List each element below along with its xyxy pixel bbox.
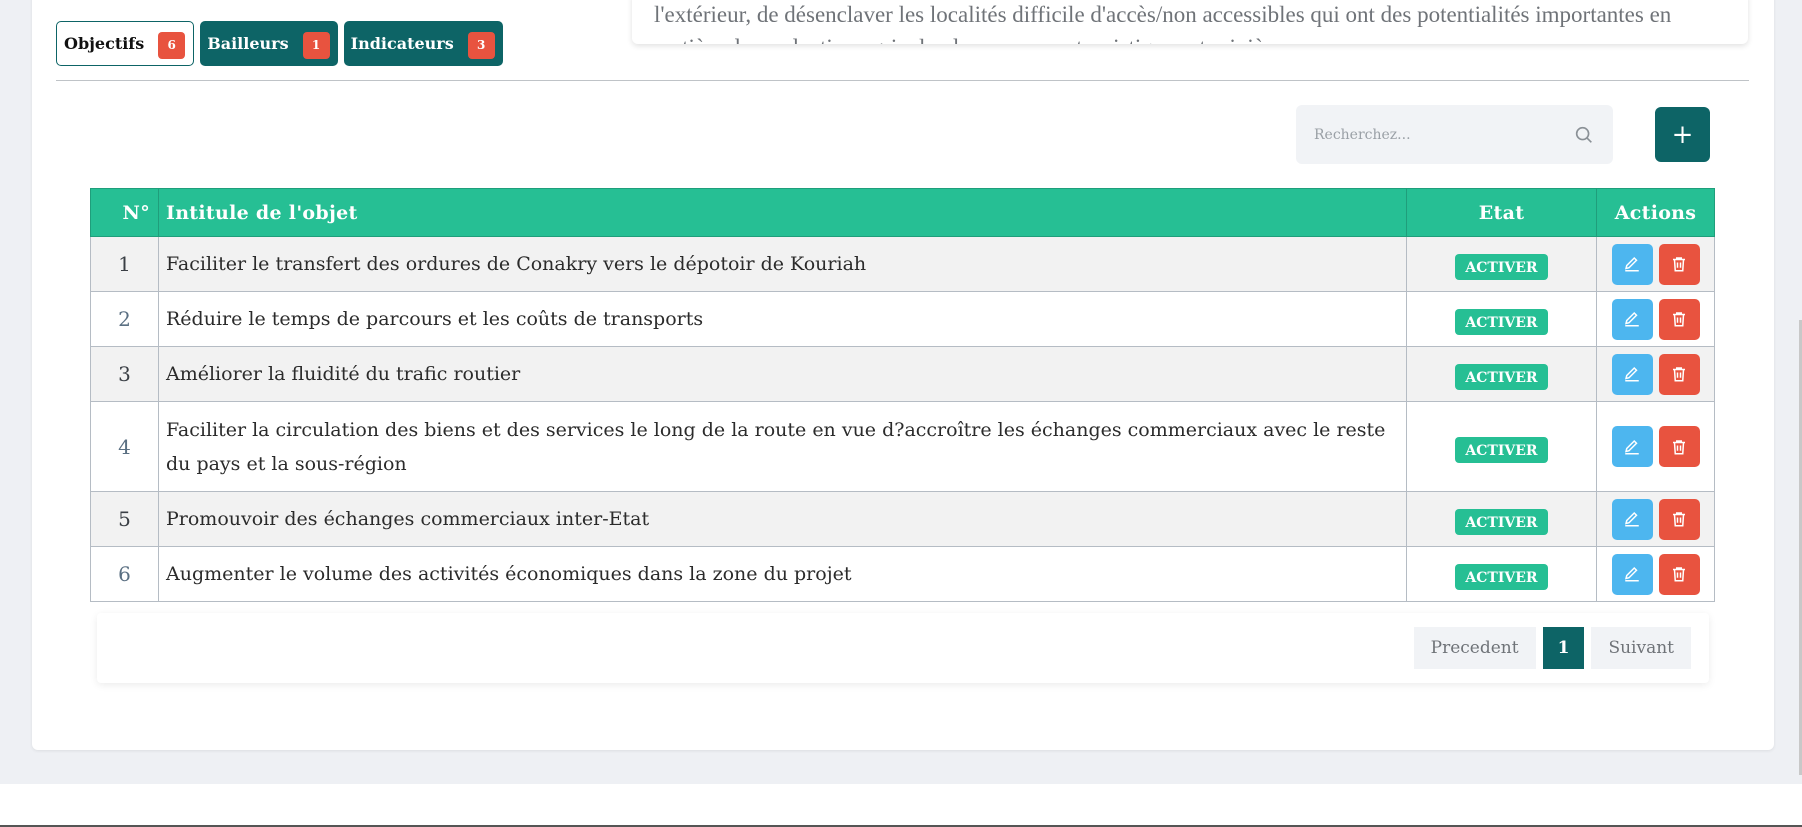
row-number: 1	[90, 236, 159, 292]
header-status[interactable]: Etat	[1406, 188, 1597, 237]
next-page-button[interactable]: Suivant	[1591, 627, 1691, 669]
actions-cell	[1596, 491, 1715, 547]
actions-cell	[1596, 546, 1715, 602]
page-1-button[interactable]: 1	[1542, 627, 1585, 669]
row-number: 2	[90, 291, 159, 347]
row-title: Réduire le temps de parcours et les coût…	[158, 291, 1407, 347]
status-cell: ACTIVER	[1406, 491, 1597, 547]
search-box	[1296, 105, 1613, 164]
row-number: 6	[90, 546, 159, 602]
actions-cell	[1596, 291, 1715, 347]
pencil-icon	[1624, 566, 1639, 582]
edit-button[interactable]	[1611, 498, 1653, 540]
description-text: l'extérieur, de désenclaver les localité…	[654, 2, 1672, 44]
trash-icon	[1673, 567, 1685, 582]
divider	[56, 80, 1749, 81]
edit-button[interactable]	[1611, 426, 1653, 467]
row-number: 3	[90, 346, 159, 402]
tab-objectifs[interactable]: Objectifs 6	[56, 21, 195, 66]
trash-icon	[1673, 367, 1685, 382]
search-icon[interactable]	[1573, 124, 1595, 146]
header-number[interactable]: N°	[90, 188, 159, 237]
delete-button[interactable]	[1658, 426, 1700, 467]
tab-indicateurs[interactable]: Indicateurs 3	[343, 21, 503, 66]
header-actions: Actions	[1596, 188, 1715, 237]
delete-button[interactable]	[1658, 353, 1700, 395]
status-badge[interactable]: ACTIVER	[1455, 509, 1548, 535]
objectives-table: N° Intitule de l'objet Etat Actions 1 Fa…	[90, 188, 1715, 602]
actions-cell	[1596, 346, 1715, 402]
status-badge[interactable]: ACTIVER	[1455, 564, 1548, 590]
count-badge: 6	[158, 31, 186, 59]
row-number: 5	[90, 491, 159, 547]
search-input[interactable]	[1314, 126, 1573, 143]
pencil-icon	[1624, 439, 1639, 454]
delete-button[interactable]	[1658, 498, 1700, 540]
actions-cell	[1596, 236, 1715, 292]
edit-button[interactable]	[1611, 243, 1653, 285]
status-cell: ACTIVER	[1406, 236, 1597, 292]
delete-button[interactable]	[1658, 553, 1700, 595]
row-title: Promouvoir des échanges commerciaux inte…	[158, 491, 1407, 547]
tab-bar: Objectifs 6 Bailleurs 1 Indicateurs 3	[56, 21, 503, 66]
table-row: 2 Réduire le temps de parcours et les co…	[90, 291, 1715, 347]
tab-label: Indicateurs	[350, 34, 454, 53]
tab-label: Objectifs	[64, 34, 145, 53]
trash-icon	[1673, 312, 1685, 327]
table-row: 3 Améliorer la fluidité du trafic routie…	[90, 346, 1715, 402]
row-title: Faciliter la circulation des biens et de…	[158, 401, 1407, 492]
pencil-icon	[1624, 311, 1639, 327]
status-badge[interactable]: ACTIVER	[1455, 254, 1548, 280]
delete-button[interactable]	[1658, 298, 1700, 340]
add-objective-button[interactable]: +	[1655, 107, 1710, 162]
pencil-icon	[1624, 366, 1639, 382]
status-cell: ACTIVER	[1406, 291, 1597, 347]
table-row: 1 Faciliter le transfert des ordures de …	[90, 236, 1715, 292]
status-cell: ACTIVER	[1406, 346, 1597, 402]
edit-button[interactable]	[1611, 553, 1653, 595]
table-row: 4 Faciliter la circulation des biens et …	[90, 401, 1715, 492]
row-title: Améliorer la fluidité du trafic routier	[158, 346, 1407, 402]
status-cell: ACTIVER	[1406, 401, 1597, 492]
table-header-row: N° Intitule de l'objet Etat Actions	[90, 188, 1715, 237]
tab-bailleurs[interactable]: Bailleurs 1	[200, 21, 338, 66]
tab-label: Bailleurs	[207, 34, 289, 53]
edit-button[interactable]	[1611, 353, 1653, 395]
delete-button[interactable]	[1658, 243, 1700, 285]
footer-bar	[0, 784, 1802, 827]
status-cell: ACTIVER	[1406, 546, 1597, 602]
header-title[interactable]: Intitule de l'objet	[158, 188, 1407, 237]
pencil-icon	[1624, 256, 1639, 272]
status-badge[interactable]: ACTIVER	[1455, 309, 1548, 335]
status-badge[interactable]: ACTIVER	[1455, 364, 1548, 390]
row-title: Faciliter le transfert des ordures de Co…	[158, 236, 1407, 292]
table-row: 6 Augmenter le volume des activités écon…	[90, 546, 1715, 602]
pencil-icon	[1624, 511, 1639, 527]
edit-button[interactable]	[1611, 298, 1653, 340]
previous-page-button[interactable]: Precedent	[1413, 627, 1536, 669]
pagination-panel: Precedent 1 Suivant	[97, 613, 1709, 683]
trash-icon	[1673, 439, 1685, 454]
project-description-popover: l'extérieur, de désenclaver les localité…	[632, 0, 1748, 44]
count-badge: 3	[467, 31, 495, 59]
trash-icon	[1673, 512, 1685, 527]
count-badge: 1	[302, 31, 330, 59]
actions-cell	[1596, 401, 1715, 492]
trash-icon	[1673, 257, 1685, 272]
table-row: 5 Promouvoir des échanges commerciaux in…	[90, 491, 1715, 547]
row-number: 4	[90, 401, 159, 492]
row-title: Augmenter le volume des activités économ…	[158, 546, 1407, 602]
pagination: Precedent 1 Suivant	[1413, 627, 1691, 669]
status-badge[interactable]: ACTIVER	[1455, 436, 1548, 463]
